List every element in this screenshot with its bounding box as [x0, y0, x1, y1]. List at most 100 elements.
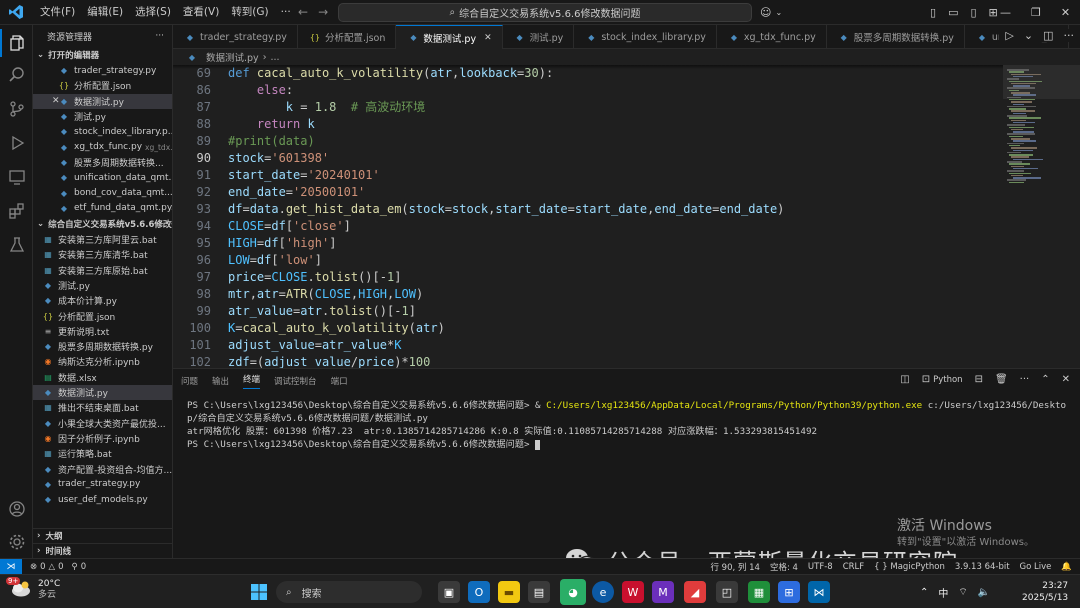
- open-editor-item[interactable]: ◆ xg_tdx_func.pyxg_tdx...: [33, 139, 172, 154]
- extensions-icon[interactable]: [0, 197, 33, 225]
- editor-tab[interactable]: ◆ stock_index_library.py: [574, 25, 717, 49]
- settings-gear-icon[interactable]: [0, 528, 33, 556]
- file-tree-item[interactable]: ▦ 安装第三方库阿里云.bat: [33, 232, 172, 247]
- file-explorer-icon[interactable]: ▬: [498, 581, 520, 603]
- notifications-bell-icon[interactable]: 🔔: [1061, 562, 1072, 572]
- problems-counter[interactable]: ⊗ 0 △ 0: [30, 562, 64, 572]
- panel-tab-debug-console[interactable]: 调试控制台: [274, 375, 317, 387]
- minimize-icon[interactable]: —: [1000, 6, 1011, 19]
- split-terminal-icon[interactable]: ◫: [900, 374, 909, 385]
- panel-tab-ports[interactable]: 端口: [331, 375, 348, 387]
- open-editor-item[interactable]: ✕ ◆ 数据测试.py: [33, 93, 172, 109]
- minimap-slider[interactable]: [1003, 65, 1080, 99]
- menu-view[interactable]: 查看(V): [177, 0, 225, 25]
- outline-section[interactable]: › 大纲: [33, 528, 172, 543]
- editor-tab[interactable]: ◆ 数据测试.py ✕: [396, 25, 503, 49]
- file-tree-item[interactable]: ▦ 安装第三方库清华.bat: [33, 247, 172, 262]
- app-m-icon[interactable]: M: [652, 581, 674, 603]
- panel-tab-output[interactable]: 输出: [212, 375, 229, 387]
- breadcrumb-file[interactable]: 数据测试.py: [206, 50, 259, 64]
- open-editor-item[interactable]: ◆ 股票多周期数据转换...: [33, 155, 172, 170]
- account-icon[interactable]: [0, 495, 33, 523]
- split-editor-icon[interactable]: ◫: [1043, 29, 1053, 42]
- edge-icon[interactable]: e: [592, 581, 614, 603]
- open-editor-item[interactable]: ◆ stock_index_library.p...: [33, 124, 172, 139]
- app-green-icon[interactable]: ▦: [748, 581, 770, 603]
- file-tree-item[interactable]: ◆ 股票多周期数据转换.py: [33, 339, 172, 354]
- file-tree-item[interactable]: ◆ 成本价计算.py: [33, 293, 172, 308]
- clock[interactable]: 23:27 2025/5/13: [1022, 575, 1068, 608]
- run-icon[interactable]: ▷: [1005, 29, 1013, 42]
- code-editor[interactable]: 69 def cacal_auto_k_volatility(atr,lookba…: [173, 65, 1003, 368]
- tray-chevron-up-icon[interactable]: ⌃: [920, 587, 928, 598]
- testing-flask-icon[interactable]: [0, 231, 33, 259]
- ime-indicator[interactable]: 中: [938, 585, 948, 600]
- volume-icon[interactable]: 🔈: [978, 587, 990, 598]
- file-tree-item[interactable]: ◉ 因子分析例子.ipynb: [33, 431, 172, 446]
- editor-tab[interactable]: ◆ trader_strategy.py: [173, 25, 298, 49]
- close-window-icon[interactable]: ✕: [1061, 6, 1070, 19]
- source-control-icon[interactable]: [0, 95, 33, 123]
- weather-widget[interactable]: 9+ 20°C 多云: [6, 576, 60, 601]
- outlook-icon[interactable]: O: [468, 581, 490, 603]
- wechat-taskbar-icon[interactable]: ◕: [560, 579, 586, 605]
- status-interpreter[interactable]: 3.9.13 64-bit: [955, 562, 1010, 572]
- task-view-icon[interactable]: ▣: [438, 581, 460, 603]
- more-actions-icon[interactable]: ···: [1064, 29, 1075, 42]
- taskbar-search[interactable]: ⌕ 搜索: [276, 581, 422, 603]
- open-editor-item[interactable]: ◆ bond_cov_data_qmt....: [33, 185, 172, 200]
- copilot-button[interactable]: ☺ ⌄: [760, 0, 782, 25]
- search-view-icon[interactable]: [0, 61, 33, 89]
- more-actions-icon[interactable]: ···: [1020, 374, 1030, 385]
- open-editor-item[interactable]: ◆ 测试.py: [33, 109, 172, 124]
- toggle-secondary-sidebar-icon[interactable]: ▯: [970, 6, 976, 19]
- app-chat-icon[interactable]: ◰: [716, 581, 738, 603]
- file-tree-item[interactable]: ◆ 小果全球大类资产最优投...: [33, 416, 172, 431]
- toggle-panel-icon[interactable]: ▭: [948, 6, 958, 19]
- status-eol[interactable]: CRLF: [843, 562, 864, 572]
- customize-layout-icon[interactable]: ⊞: [989, 6, 998, 19]
- run-debug-icon[interactable]: [0, 129, 33, 157]
- file-tree-item[interactable]: ≡ 更新说明.txt: [33, 324, 172, 339]
- panel-tab-problems[interactable]: 问题: [181, 375, 198, 387]
- remote-indicator-icon[interactable]: ⋊: [0, 558, 22, 575]
- file-tree-item[interactable]: ◆ 测试.py: [33, 278, 172, 293]
- open-editor-item[interactable]: ◆ etf_fund_data_qmt.py...: [33, 201, 172, 216]
- status-encoding[interactable]: UTF-8: [808, 562, 833, 572]
- open-editors-section[interactable]: ⌄ 打开的编辑器: [33, 47, 172, 63]
- file-tree-item[interactable]: ▦ 推出不结束桌面.bat: [33, 400, 172, 415]
- file-tree-item[interactable]: ▦ 安装第三方库原始.bat: [33, 263, 172, 278]
- wps-icon[interactable]: W: [622, 581, 644, 603]
- menu-selection[interactable]: 选择(S): [129, 0, 177, 25]
- panel-tab-terminal[interactable]: 终端: [243, 373, 261, 389]
- file-tree-item[interactable]: {} 分析配置.json: [33, 308, 172, 323]
- status-cursor-position[interactable]: 行 90, 列 14: [710, 561, 759, 573]
- toggle-sidebar-icon[interactable]: ▯: [930, 6, 936, 19]
- editor-tab[interactable]: {} 分析配置.json: [298, 25, 397, 49]
- remote-explorer-icon[interactable]: [0, 163, 33, 191]
- restore-icon[interactable]: ❐: [1031, 6, 1041, 19]
- chevron-up-icon[interactable]: ⌃: [1041, 374, 1049, 385]
- file-tree-item[interactable]: ◆ trader_strategy.py: [33, 477, 172, 492]
- editor-tab[interactable]: ◆ xg_tdx_func.py: [717, 25, 827, 49]
- editor-tab[interactable]: ◆ 股票多周期数据转换.py: [827, 25, 965, 49]
- app-red-icon[interactable]: ◢: [684, 581, 706, 603]
- menu-file[interactable]: 文件(F): [34, 0, 81, 25]
- file-tree-item[interactable]: ◆ 数据测试.py: [33, 384, 172, 401]
- status-go-live[interactable]: Go Live: [1020, 562, 1052, 572]
- trash-icon[interactable]: 🗑: [995, 374, 1008, 385]
- explorer-icon[interactable]: [0, 29, 33, 57]
- close-tab-icon[interactable]: ✕: [484, 33, 492, 43]
- close-icon[interactable]: ✕: [52, 96, 60, 106]
- chevron-down-icon[interactable]: ⌄: [1024, 29, 1033, 42]
- app-blue-icon[interactable]: ⊞: [778, 581, 800, 603]
- open-editor-item[interactable]: {} 分析配置.json: [33, 78, 172, 93]
- file-tree-item[interactable]: ◆ user_def_models.py: [33, 492, 172, 507]
- menu-more[interactable]: ···: [275, 0, 297, 25]
- status-language[interactable]: { } MagicPython: [874, 562, 945, 572]
- forward-arrow-icon[interactable]: →: [318, 5, 328, 19]
- vscode-taskbar-icon[interactable]: ⋈: [808, 581, 830, 603]
- menu-edit[interactable]: 编辑(E): [81, 0, 129, 25]
- open-editor-item[interactable]: ◆ trader_strategy.py: [33, 63, 172, 78]
- close-panel-icon[interactable]: ✕: [1062, 374, 1070, 385]
